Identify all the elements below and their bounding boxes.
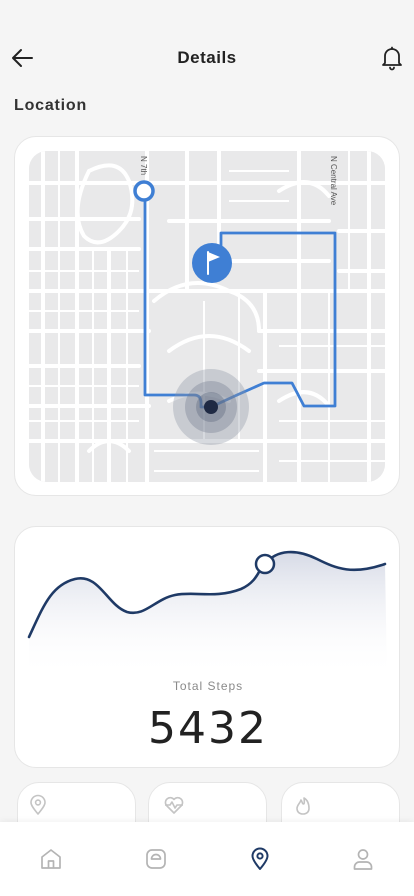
street-label: N Central Ave: [329, 156, 338, 206]
current-position-marker[interactable]: [173, 369, 249, 445]
steps-value: 5432: [148, 703, 268, 754]
bottom-nav: [0, 822, 414, 896]
flame-icon: [296, 797, 310, 815]
header: Details: [0, 0, 414, 110]
section-title-location: Location: [14, 97, 88, 114]
scale-icon: [146, 849, 166, 869]
steps-highlight-point[interactable]: [254, 553, 276, 575]
street-map: N 7th N Central Ave: [29, 151, 385, 482]
steps-line-chart: [27, 550, 387, 677]
circle-marker-icon: [133, 180, 155, 202]
street-label: N 7th: [139, 156, 148, 175]
profile-icon: [353, 849, 373, 870]
nav-profile[interactable]: [350, 846, 376, 872]
nav-home[interactable]: [38, 846, 64, 872]
page-title: Details: [177, 48, 237, 67]
nav-location[interactable]: [247, 846, 273, 872]
bell-icon: [382, 46, 402, 71]
steps-card: Total Steps 5432: [14, 526, 400, 768]
heart-rate-icon: [164, 796, 184, 814]
steps-area: [29, 552, 387, 677]
destination-marker[interactable]: [192, 243, 232, 283]
notification-button[interactable]: [380, 45, 404, 71]
map-card: N 7th N Central Ave: [14, 136, 400, 496]
home-icon: [41, 849, 61, 869]
nav-scale[interactable]: [143, 846, 169, 872]
map-view[interactable]: N 7th N Central Ave: [29, 151, 385, 482]
steps-label: Total Steps: [172, 679, 244, 693]
start-marker[interactable]: [133, 180, 155, 202]
location-dot-icon: [204, 400, 218, 414]
map-pin-icon: [30, 794, 46, 815]
location-pin-icon: [251, 847, 269, 870]
